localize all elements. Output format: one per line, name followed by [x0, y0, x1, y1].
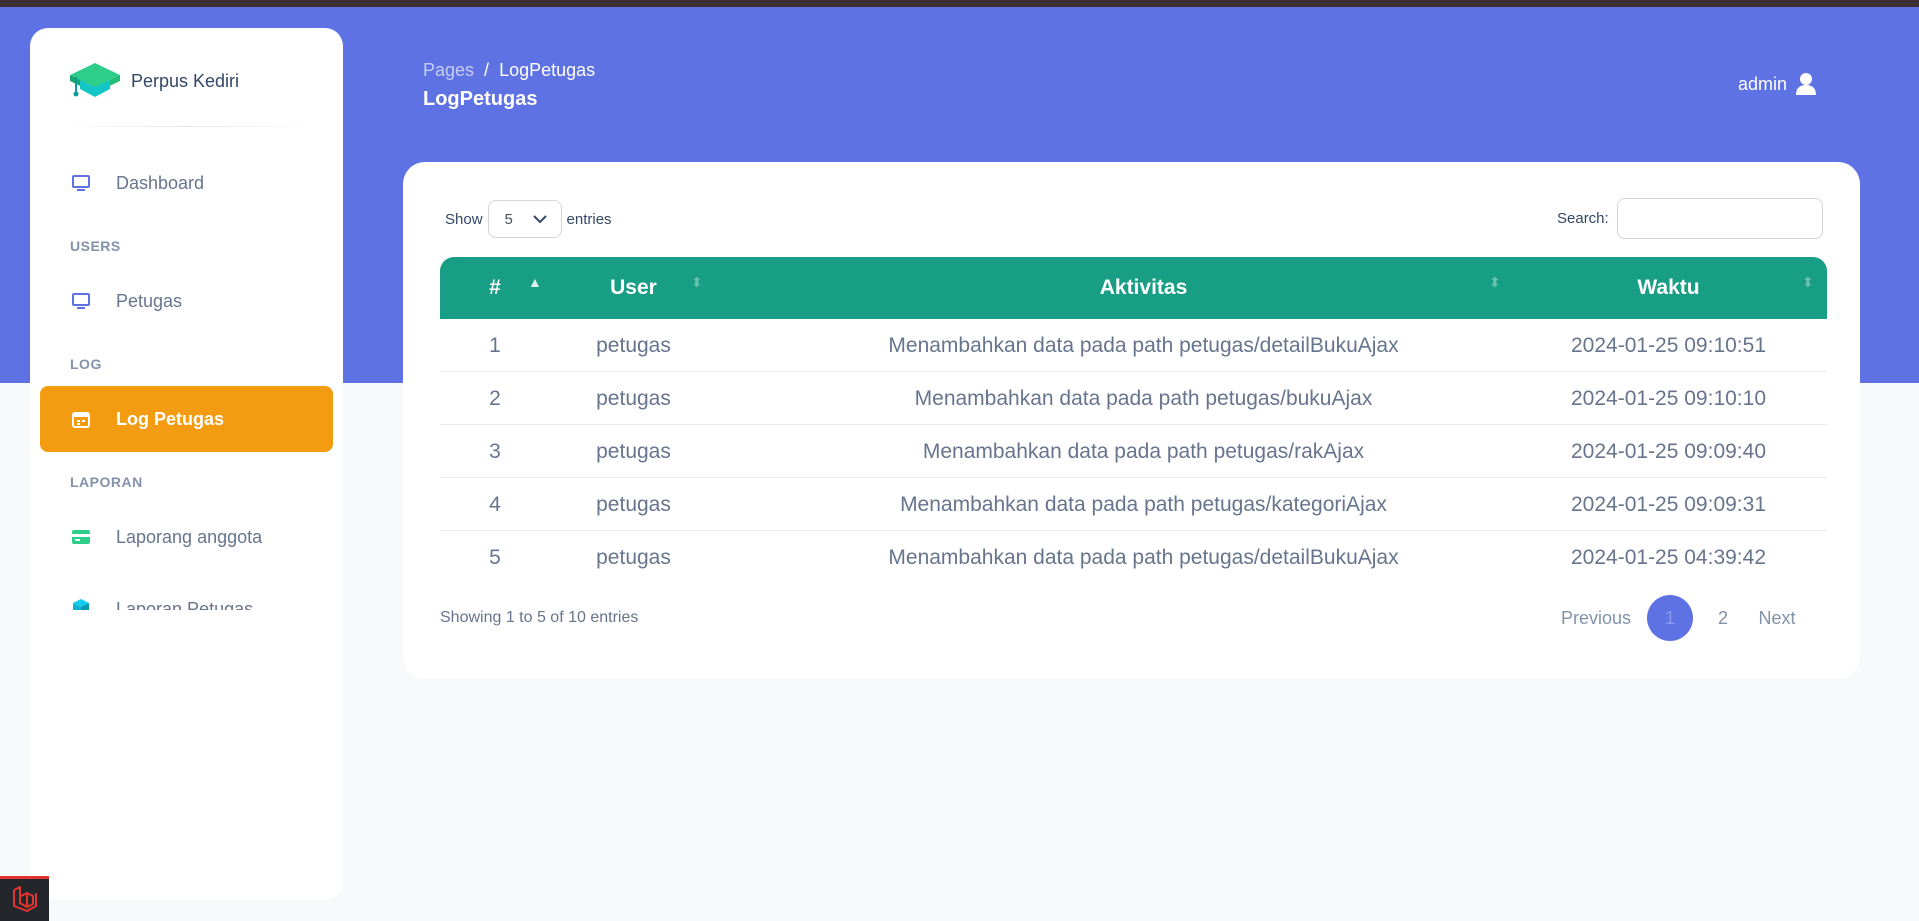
sort-icon: ⬍	[1802, 274, 1814, 290]
cell-user: petugas	[596, 386, 671, 410]
cell-number: 2	[489, 386, 501, 410]
sidebar-item-laporan-petugas[interactable]: Laporan Petugas	[40, 574, 333, 610]
credit-card-icon	[70, 526, 92, 548]
column-header-label: Aktivitas	[1099, 276, 1188, 299]
table-row: 1 petugas Menambahkan data pada path pet…	[440, 319, 1827, 372]
cell-aktivitas: Menambahkan data pada path petugas/detai…	[888, 545, 1399, 569]
entries-length-control: Show 5 entries	[445, 200, 612, 238]
log-table-card: Show 5 entries Search: # ▲ User ⬍ Aktivi…	[403, 162, 1860, 679]
sidebar: Perpus Kediri Dashboard USERS Petugas LO…	[30, 28, 343, 900]
entries-label: entries	[566, 210, 612, 228]
pagination-page-2[interactable]: 2	[1703, 595, 1743, 641]
page-title: LogPetugas	[423, 88, 538, 110]
breadcrumb-link-pages[interactable]: Pages	[423, 60, 474, 81]
pagination-next[interactable]: Next	[1749, 595, 1805, 641]
sort-icon: ⬍	[691, 274, 703, 290]
table-header: # ▲ User ⬍ Aktivitas ⬍ Waktu ⬍	[440, 257, 1827, 319]
column-header-aktivitas[interactable]: Aktivitas	[717, 257, 1570, 319]
cell-number: 1	[489, 333, 501, 357]
table-row: 2 petugas Menambahkan data pada path pet…	[440, 372, 1827, 425]
sidebar-item-label: Laporang anggota	[116, 526, 263, 547]
user-menu[interactable]: admin	[1738, 72, 1817, 96]
table-info: Showing 1 to 5 of 10 entries	[440, 609, 639, 626]
brand-name: Perpus Kediri	[131, 70, 240, 91]
section-heading-log: LOG	[70, 356, 102, 372]
column-header-label: #	[489, 276, 501, 299]
calendar-icon	[70, 408, 92, 430]
table-row: 5 petugas Menambahkan data pada path pet…	[440, 531, 1827, 584]
column-header-waktu[interactable]: Waktu	[1510, 257, 1827, 319]
sort-icon: ⬍	[1489, 274, 1501, 290]
chevron-down-icon	[532, 211, 547, 228]
cell-aktivitas: Menambahkan data pada path petugas/rakAj…	[922, 439, 1365, 463]
cell-number: 3	[489, 439, 501, 463]
search-control: Search:	[1557, 198, 1823, 239]
laravel-icon	[11, 884, 39, 917]
cell-waktu: 2024-01-25 09:09:31	[1571, 492, 1766, 516]
search-label: Search:	[1557, 210, 1609, 227]
sidebar-item-dashboard[interactable]: Dashboard	[40, 150, 333, 216]
cell-user: petugas	[596, 545, 671, 569]
cell-user: petugas	[596, 333, 671, 357]
laravel-debugbar-toggle[interactable]	[0, 876, 49, 921]
cell-user: petugas	[596, 492, 671, 516]
cell-waktu: 2024-01-25 09:10:51	[1571, 333, 1766, 357]
breadcrumb-separator: /	[484, 60, 490, 80]
section-heading-laporan: LAPORAN	[70, 474, 143, 490]
graduation-cap-icon	[68, 59, 122, 104]
entries-select-value: 5	[504, 210, 513, 228]
user-name: admin	[1738, 73, 1788, 94]
column-header-label: User	[610, 276, 657, 299]
cell-waktu: 2024-01-25 09:09:40	[1571, 439, 1766, 463]
table-row: 4 petugas Menambahkan data pada path pet…	[440, 478, 1827, 531]
cell-aktivitas: Menambahkan data pada path petugas/bukuA…	[914, 386, 1373, 410]
sidebar-item-label: Petugas	[116, 290, 183, 311]
desktop-icon	[70, 290, 92, 312]
pagination-previous[interactable]: Previous	[1556, 595, 1636, 641]
box-icon	[70, 596, 92, 610]
cell-number: 4	[489, 492, 501, 516]
section-heading-users: USERS	[70, 238, 121, 254]
desktop-icon	[70, 172, 92, 194]
sidebar-item-log-petugas[interactable]: Log Petugas	[40, 386, 333, 452]
pagination-page-1[interactable]: 1	[1647, 595, 1693, 641]
sidebar-divider	[60, 126, 313, 127]
breadcrumb: Pages / LogPetugas	[423, 60, 595, 81]
sidebar-item-laporang-anggota[interactable]: Laporang anggota	[40, 504, 333, 570]
sidebar-item-petugas[interactable]: Petugas	[40, 268, 333, 334]
cell-waktu: 2024-01-25 04:39:42	[1571, 545, 1766, 569]
brand-link[interactable]: Perpus Kediri	[68, 58, 239, 104]
browser-top-strip	[0, 0, 1919, 7]
cell-number: 5	[489, 545, 501, 569]
cell-user: petugas	[596, 439, 671, 463]
sidebar-item-label: Log Petugas	[116, 408, 225, 429]
cell-waktu: 2024-01-25 09:10:10	[1571, 386, 1766, 410]
table-row: 3 petugas Menambahkan data pada path pet…	[440, 425, 1827, 478]
sidebar-item-label: Dashboard	[116, 172, 205, 193]
search-input[interactable]	[1616, 198, 1823, 239]
sidebar-item-label: Laporan Petugas	[116, 599, 254, 610]
cell-aktivitas: Menambahkan data pada path petugas/detai…	[888, 333, 1399, 357]
cell-aktivitas: Menambahkan data pada path petugas/kateg…	[900, 492, 1387, 516]
column-header-label: Waktu	[1637, 276, 1700, 299]
sort-icon: ▲	[528, 274, 542, 290]
entries-select[interactable]: 5	[487, 200, 562, 238]
show-label: Show	[445, 210, 483, 228]
breadcrumb-current: LogPetugas	[499, 60, 596, 80]
user-icon	[1795, 72, 1817, 96]
table-body: 1 petugas Menambahkan data pada path pet…	[440, 319, 1827, 584]
